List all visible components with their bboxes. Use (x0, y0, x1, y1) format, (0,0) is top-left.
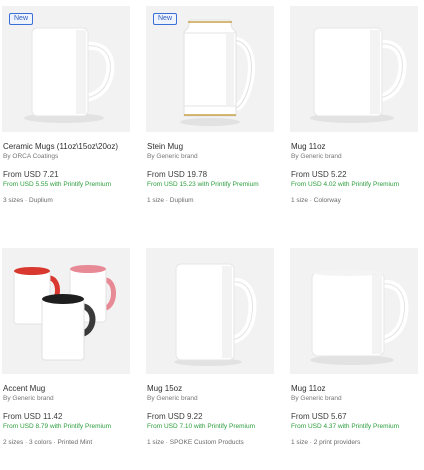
product-image[interactable]: New (146, 6, 274, 132)
mug-11oz-image (310, 27, 407, 123)
product-meta: 1 size · 2 print providers (291, 438, 361, 446)
product-brand: By Generic brand (147, 153, 198, 160)
product-title[interactable]: Mug 11oz (291, 383, 417, 394)
product-price: From USD 9.22 (147, 412, 203, 421)
product-image[interactable] (146, 248, 274, 374)
premium-price: From USD 7.10 with Printify Premium (147, 423, 255, 430)
product-title[interactable]: Ceramic Mugs (11oz\15oz\20oz) (3, 141, 129, 152)
mug-15oz-image (174, 263, 257, 366)
new-badge: New (9, 13, 34, 25)
product-card[interactable]: Mug 11oz By Generic brand From USD 5.67 … (290, 248, 418, 448)
product-brand: By Generic brand (147, 395, 198, 402)
product-meta: 1 size · SPOKE Custom Products (147, 438, 244, 446)
product-brand: By Generic brand (291, 395, 342, 402)
new-badge: New (153, 13, 178, 25)
product-title[interactable]: Accent Mug (3, 383, 129, 394)
product-price: From USD 11.42 (3, 412, 63, 421)
product-price: From USD 5.67 (291, 412, 347, 421)
product-brand: By ORCA Coatings (3, 153, 59, 160)
premium-price: From USD 8.79 with Printify Premium (3, 423, 111, 430)
product-title[interactable]: Mug 15oz (147, 383, 273, 394)
product-grid: New Ceramic Mugs (11oz\15oz\20oz) By ORC… (0, 0, 424, 470)
premium-price: From USD 15.23 with Printify Premium (147, 181, 259, 188)
product-meta: 3 sizes · Duplium (3, 196, 53, 204)
product-card[interactable]: New Stein Mug By Generic brand From USD … (146, 6, 274, 206)
product-title[interactable]: Stein Mug (147, 141, 273, 152)
product-price: From USD 7.21 (3, 170, 59, 179)
product-card[interactable]: Mug 11oz By Generic brand From USD 5.22 … (290, 6, 418, 206)
premium-price: From USD 4.02 with Printify Premium (291, 181, 399, 188)
product-card[interactable]: Accent Mug By Generic brand From USD 11.… (2, 248, 130, 448)
premium-price: From USD 5.55 with Printify Premium (3, 181, 111, 188)
product-brand: By Generic brand (3, 395, 54, 402)
premium-price: From USD 4.37 with Printify Premium (291, 423, 399, 430)
product-image[interactable]: New (2, 6, 130, 132)
accent-mugs-image (13, 265, 116, 361)
product-meta: 1 size · Duplium (147, 196, 194, 204)
product-title[interactable]: Mug 11oz (291, 141, 417, 152)
product-price: From USD 5.22 (291, 170, 347, 179)
product-brand: By Generic brand (291, 153, 342, 160)
product-price: From USD 19.78 (147, 170, 208, 179)
product-card[interactable]: Mug 15oz By Generic brand From USD 9.22 … (146, 248, 274, 448)
product-meta: 2 sizes · 3 colors · Printed Mint (3, 438, 93, 446)
product-image[interactable] (2, 248, 130, 374)
product-meta: 1 size · Colorway (291, 196, 341, 204)
product-image[interactable] (290, 248, 418, 374)
product-image[interactable] (290, 6, 418, 132)
mug-11oz-image (310, 270, 409, 365)
product-card[interactable]: New Ceramic Mugs (11oz\15oz\20oz) By ORC… (2, 6, 130, 206)
